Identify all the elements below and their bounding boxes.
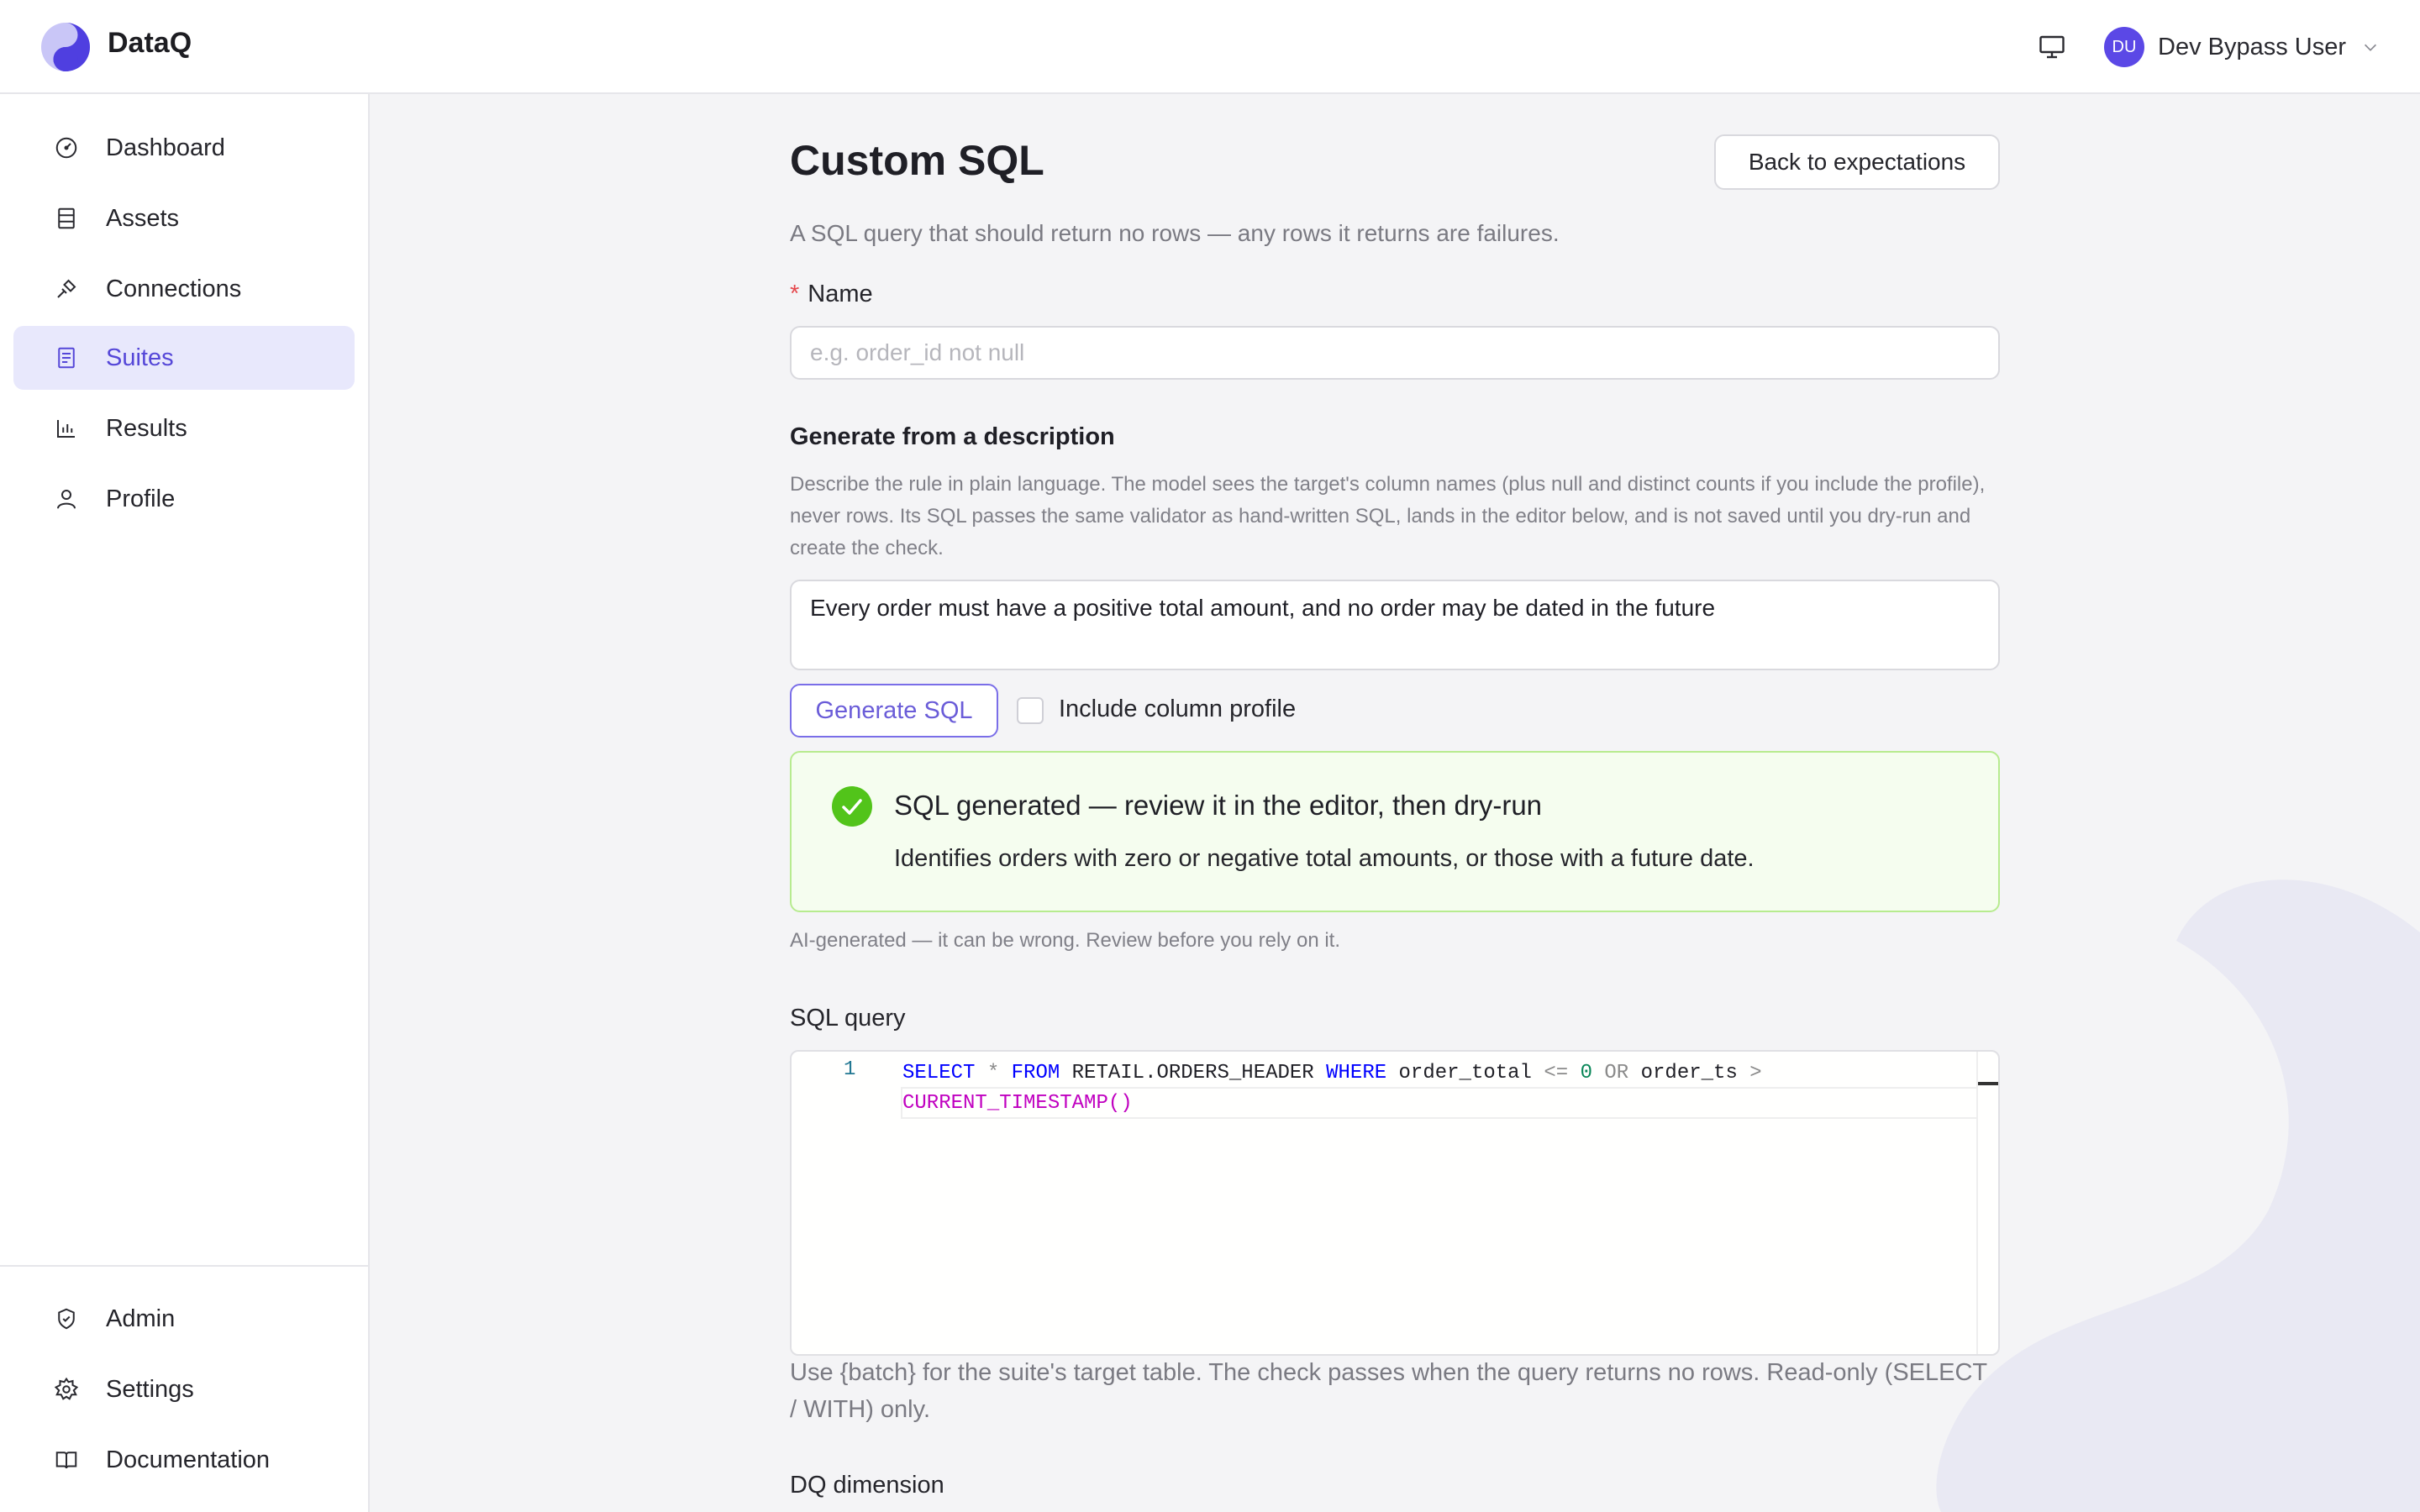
scrollbar-thumb[interactable] xyxy=(1978,1082,1998,1085)
generate-description: Describe the rule in plain language. The… xyxy=(790,473,1986,559)
user-menu[interactable]: DU Dev Bypass User xyxy=(2104,25,2380,69)
results-icon xyxy=(57,420,75,438)
name-input[interactable] xyxy=(790,326,2000,380)
back-to-expectations-button[interactable]: Back to expectations xyxy=(1714,134,2000,190)
sidebar-item-profile[interactable]: Profile xyxy=(13,467,355,531)
sql-token: * xyxy=(986,1062,1000,1084)
connections-icon xyxy=(57,279,76,298)
editor-scrollbar[interactable] xyxy=(1976,1052,1998,1354)
sql-code: SELECT * FROM RETAIL.ORDERS_HEADER WHERE… xyxy=(902,1058,1762,1119)
sidebar-item-assets[interactable]: Assets xyxy=(13,186,355,250)
brand-name: DataQ xyxy=(108,27,192,59)
suites-icon xyxy=(58,347,75,369)
user-name: Dev Bypass User xyxy=(2158,33,2347,60)
sql-token: RETAIL.ORDERS_HEADER xyxy=(1071,1062,1314,1084)
sidebar-item-label: Connections xyxy=(106,275,242,302)
sidebar-item-label: Profile xyxy=(106,485,176,512)
line-number: 1 xyxy=(844,1058,856,1081)
monitor-icon[interactable] xyxy=(2037,32,2067,62)
assets-icon xyxy=(58,207,75,229)
avatar: DU xyxy=(2104,27,2144,67)
generate-section-title: Generate from a description xyxy=(790,423,1115,450)
sql-token: FROM xyxy=(1011,1062,1060,1084)
sql-help-text: Use {batch} for the suite's target table… xyxy=(790,1359,1987,1423)
required-mark: * xyxy=(790,281,800,307)
sidebar-item-label: Dashboard xyxy=(106,134,225,161)
name-field-label: * Name xyxy=(790,281,873,308)
book-icon xyxy=(55,1452,77,1469)
sql-token: SELECT xyxy=(902,1062,976,1084)
ai-warning-note: AI-generated — it can be wrong. Review b… xyxy=(790,929,1341,952)
check-circle-icon xyxy=(832,786,872,827)
sidebar-item-label: Settings xyxy=(106,1375,194,1403)
sidebar-item-label: Assets xyxy=(106,204,180,232)
rule-description-input[interactable]: Every order must have a positive total a… xyxy=(790,580,2000,670)
sidebar-item-label: Documentation xyxy=(106,1446,271,1473)
sql-token: WHERE xyxy=(1326,1062,1387,1084)
sidebar-item-settings[interactable]: Settings xyxy=(13,1357,355,1421)
dataq-logo-icon xyxy=(41,23,90,71)
sidebar-item-label: Admin xyxy=(106,1305,176,1332)
name-label-text: Name xyxy=(808,281,873,307)
generate-sql-button[interactable]: Generate SQL xyxy=(790,684,998,738)
sidebar-item-documentation[interactable]: Documentation xyxy=(13,1428,355,1492)
include-column-profile-checkbox[interactable] xyxy=(1017,697,1044,724)
dq-dimension-label: DQ dimension xyxy=(790,1472,944,1499)
sidebar: Dashboard Assets Connections Suites Resu… xyxy=(0,94,370,1512)
sidebar-item-label: Suites xyxy=(106,344,174,371)
include-column-profile-label[interactable]: Include column profile xyxy=(1059,696,1296,723)
page-subtitle: A SQL query that should return no rows —… xyxy=(790,220,1560,246)
sidebar-item-admin[interactable]: Admin xyxy=(13,1287,355,1351)
page-title: Custom SQL xyxy=(790,137,1044,184)
shield-icon xyxy=(58,1308,75,1330)
sql-token: > xyxy=(1749,1062,1762,1084)
sidebar-divider xyxy=(0,1265,368,1267)
sql-token: 0 xyxy=(1580,1062,1592,1084)
sidebar-item-suites[interactable]: Suites xyxy=(13,326,355,390)
sidebar-item-results[interactable]: Results xyxy=(13,396,355,460)
profile-icon xyxy=(57,490,76,509)
success-alert: SQL generated — review it in the editor,… xyxy=(790,751,2000,912)
top-header: DataQ DU Dev Bypass User xyxy=(0,0,2420,94)
sql-token: order_ts xyxy=(1640,1062,1738,1084)
sidebar-item-label: Results xyxy=(106,414,187,442)
success-title: SQL generated — review it in the editor,… xyxy=(894,790,1543,821)
sql-token: <= xyxy=(1544,1062,1569,1084)
sidebar-item-dashboard[interactable]: Dashboard xyxy=(13,116,355,180)
success-description: Identifies orders with zero or negative … xyxy=(894,845,1754,872)
sql-token: CURRENT_TIMESTAMP() xyxy=(902,1092,1133,1115)
dashboard-icon xyxy=(55,137,77,159)
chevron-down-icon xyxy=(2365,44,2377,51)
sidebar-item-connections[interactable]: Connections xyxy=(13,257,355,321)
sql-editor[interactable]: 1 SELECT * FROM RETAIL.ORDERS_HEADER WHE… xyxy=(790,1050,2000,1356)
background-decoration xyxy=(1936,879,2420,1512)
sql-token: order_total xyxy=(1398,1062,1532,1084)
sql-query-label: SQL query xyxy=(790,1005,906,1032)
sql-token: OR xyxy=(1604,1062,1629,1084)
gear-icon xyxy=(54,1377,79,1400)
